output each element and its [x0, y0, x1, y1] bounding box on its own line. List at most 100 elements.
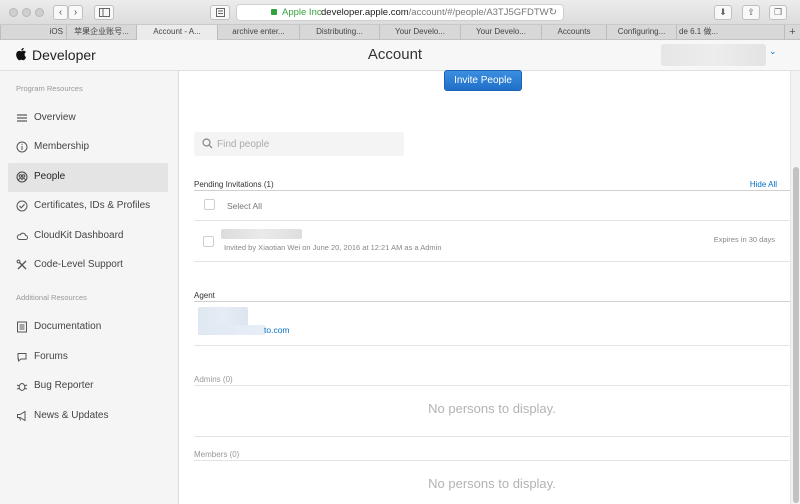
- search-icon: [202, 138, 213, 149]
- tabs-overview-button[interactable]: ❐: [769, 5, 787, 20]
- tab-archive-enterprise[interactable]: archive enter...: [217, 25, 299, 40]
- documentation-icon: [17, 321, 27, 333]
- address-bar[interactable]: Apple Inc. developer.apple.com/account/#…: [236, 4, 564, 21]
- divider: [194, 345, 790, 346]
- admins-empty-message: No persons to display.: [428, 401, 556, 416]
- close-window-button[interactable]: [9, 8, 18, 17]
- invite-people-button[interactable]: Invite People: [444, 70, 522, 91]
- agent-email-redacted: [198, 325, 265, 335]
- divider: [194, 385, 790, 386]
- developer-header: Developer Account ⌄: [0, 40, 800, 71]
- pending-invitations-heading: Pending Invitations (1): [194, 180, 274, 189]
- share-icon: ⇧: [747, 7, 755, 17]
- tab-enterprise-account[interactable]: 苹果企业账号...: [66, 25, 136, 40]
- lock-icon: [271, 9, 277, 15]
- invitation-detail: Invited by Xiaotian Wei on June 20, 2016…: [224, 243, 442, 252]
- sidebar-item-overview[interactable]: Overview: [8, 104, 168, 133]
- invitation-checkbox[interactable]: [203, 236, 214, 247]
- divider: [194, 301, 790, 302]
- tabs-icon: ❐: [773, 7, 783, 17]
- chevron-down-icon[interactable]: ⌄: [769, 46, 777, 57]
- sidebar-item-label: News & Updates: [34, 410, 109, 421]
- new-tab-button[interactable]: +: [784, 25, 800, 40]
- sidebar-item-label: Forums: [34, 351, 68, 362]
- sidebar-item-label: Bug Reporter: [34, 380, 94, 391]
- scrollbar-thumb[interactable]: [793, 167, 799, 503]
- tab-bar: iOS 苹果企业账号... Account - A... archive ent…: [0, 25, 800, 40]
- megaphone-icon: [17, 410, 26, 422]
- divider: [194, 220, 790, 221]
- hide-all-link[interactable]: Hide All: [750, 180, 777, 189]
- sidebar-item-label: Membership: [34, 141, 90, 152]
- members-heading: Members (0): [194, 450, 240, 459]
- sidebar: Program Resources Overview Membership Pe…: [0, 71, 179, 504]
- sidebar-item-bug-reporter[interactable]: Bug Reporter: [8, 372, 168, 401]
- sidebar-item-forums[interactable]: Forums: [8, 343, 168, 372]
- minimize-window-button[interactable]: [22, 8, 31, 17]
- sidebar-item-people[interactable]: People: [8, 163, 168, 192]
- sidebar-item-news-updates[interactable]: News & Updates: [8, 402, 168, 431]
- additional-resources-heading: Additional Resources: [16, 293, 87, 302]
- divider: [194, 190, 790, 191]
- sidebar-item-code-level-support[interactable]: Code-Level Support: [8, 251, 168, 280]
- sidebar-item-label: CloudKit Dashboard: [34, 230, 124, 241]
- download-icon: ⬇: [719, 7, 727, 17]
- certificate-owner: Apple Inc.: [282, 7, 325, 18]
- sidebar-icon: [98, 8, 110, 17]
- sidebar-item-certificates[interactable]: Certificates, IDs & Profiles: [8, 192, 168, 221]
- reader-button[interactable]: [210, 5, 230, 20]
- select-all-checkbox[interactable]: [204, 199, 215, 210]
- share-button[interactable]: ⇧: [742, 5, 760, 20]
- wrench-icon: [16, 259, 27, 270]
- sidebar-item-documentation[interactable]: Documentation: [8, 313, 168, 342]
- downloads-button[interactable]: ⬇: [714, 5, 732, 20]
- invitee-email-redacted: [221, 229, 302, 239]
- bug-icon: [16, 383, 28, 391]
- reload-icon[interactable]: ↻: [549, 5, 557, 20]
- list-icon: [17, 114, 27, 122]
- tab-account[interactable]: Account - A...: [136, 25, 217, 40]
- people-icon: [16, 171, 28, 183]
- tab-your-developer-2[interactable]: Your Develo...: [460, 25, 541, 40]
- invitation-expiry: Expires in 30 days: [713, 235, 775, 244]
- members-empty-message: No persons to display.: [428, 476, 556, 491]
- cloud-icon: [16, 232, 28, 240]
- tab-accounts[interactable]: Accounts: [541, 25, 606, 40]
- reader-icon: [215, 8, 225, 17]
- main-content: Invite People Pending Invitations (1) Hi…: [180, 70, 790, 504]
- sidebar-item-cloudkit[interactable]: CloudKit Dashboard: [8, 222, 168, 251]
- chevron-left-icon: ‹: [58, 7, 63, 18]
- page-scrollbar[interactable]: [790, 71, 800, 504]
- url-text: developer.apple.com/account/#/people/A3T…: [321, 7, 549, 18]
- tab-ios[interactable]: iOS: [0, 25, 66, 40]
- tab-your-developer-1[interactable]: Your Develo...: [379, 25, 460, 40]
- browser-toolbar: ‹ › Apple Inc. developer.apple.com/accou…: [0, 0, 800, 25]
- chevron-right-icon: ›: [73, 7, 78, 18]
- back-button[interactable]: ‹: [53, 5, 68, 20]
- account-name-redacted[interactable]: [661, 44, 766, 66]
- forward-button[interactable]: ›: [68, 5, 83, 20]
- select-all-label[interactable]: Select All: [227, 201, 262, 211]
- find-people-search[interactable]: [194, 132, 404, 156]
- certificate-icon: [16, 200, 28, 212]
- sidebar-item-label: Code-Level Support: [34, 259, 123, 270]
- divider: [194, 261, 790, 262]
- sidebar-item-membership[interactable]: Membership: [8, 133, 168, 162]
- divider: [194, 460, 790, 461]
- agent-heading: Agent: [194, 291, 215, 300]
- sidebar-item-label: People: [34, 171, 66, 182]
- zoom-window-button[interactable]: [35, 8, 44, 17]
- divider: [194, 436, 790, 437]
- sidebar-toggle-button[interactable]: [94, 5, 114, 20]
- search-input[interactable]: [217, 136, 397, 152]
- program-resources-heading: Program Resources: [16, 84, 83, 93]
- info-icon: [16, 141, 28, 153]
- tab-configuring[interactable]: Configuring...: [606, 25, 676, 40]
- tab-distributing[interactable]: Distributing...: [299, 25, 379, 40]
- forums-icon: [17, 353, 27, 363]
- admins-heading: Admins (0): [194, 375, 233, 384]
- sidebar-item-label: Documentation: [34, 321, 102, 332]
- sidebar-item-label: Overview: [34, 112, 76, 123]
- tab-xcode[interactable]: de 6.1 做...: [676, 25, 784, 40]
- agent-email-link[interactable]: to.com: [264, 325, 290, 335]
